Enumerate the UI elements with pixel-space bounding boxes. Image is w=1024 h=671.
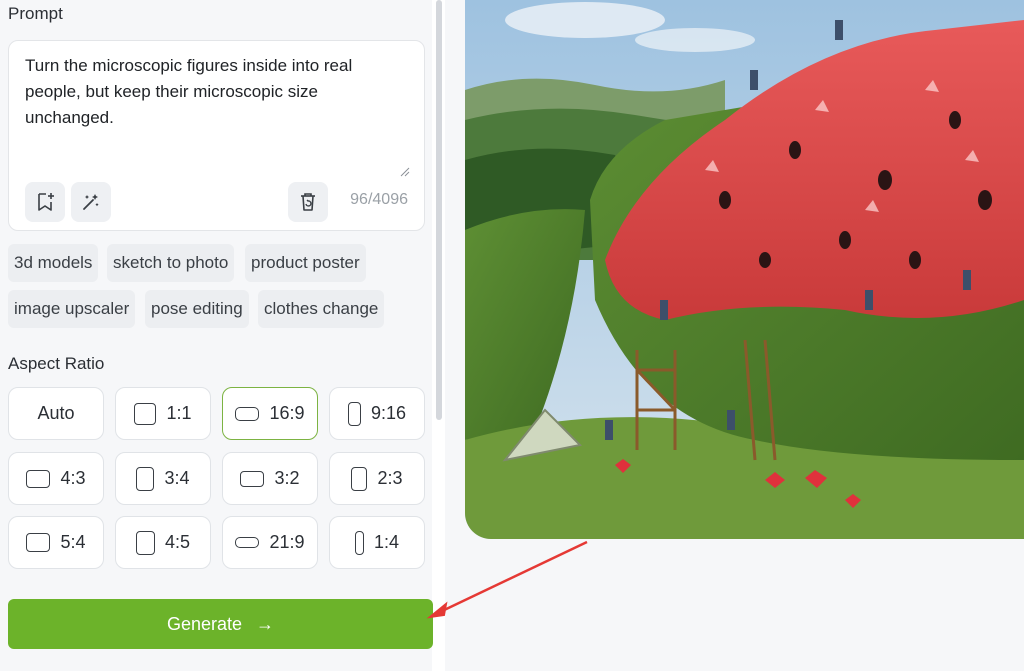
ratio-4-3-button[interactable]: 4:3 [8,452,104,505]
portrait-shape-icon [135,530,155,555]
ratio-1-1-button[interactable]: 1:1 [115,387,211,440]
ratio-16-9-button[interactable]: 16:9 [222,387,318,440]
ratio-label: 16:9 [269,403,305,423]
resize-handle-icon[interactable] [400,167,410,177]
portrait-shape-icon [351,466,368,491]
tag-product-poster[interactable]: product poster [245,244,366,282]
ratio-label: 5:4 [60,532,86,552]
ratio-label: 2:3 [377,468,403,488]
tag-sketch-to-photo[interactable]: sketch to photo [107,244,235,282]
character-count: 96/4096 [350,191,408,208]
prompt-text[interactable]: Turn the microscopic figures inside into… [25,53,395,131]
tag-3d-models[interactable]: 3d models [8,244,99,282]
app-page: Prompt Turn the microscopic figures insi… [0,0,1024,671]
left-panel: Prompt Turn the microscopic figures insi… [0,0,445,671]
aspect-ratio-label: Aspect Ratio [8,354,105,373]
ratio-1-4-button[interactable]: 1:4 [329,516,425,569]
magic-enhance-button[interactable] [71,182,111,222]
ratio-label: Auto [37,403,75,423]
ratio-auto-button[interactable]: Auto [8,387,104,440]
bookmark-add-button[interactable] [25,182,65,222]
scrollbar-thumb[interactable] [436,0,442,420]
landscape-shape-icon [26,533,51,552]
landscape-shape-icon [26,469,51,488]
tag-pose-editing[interactable]: pose editing [145,290,249,328]
ratio-label: 3:2 [274,468,300,488]
ratio-21-9-button[interactable]: 21:9 [222,516,318,569]
ratio-3-4-button[interactable]: 3:4 [115,452,211,505]
ratio-9-16-button[interactable]: 9:16 [329,387,425,440]
trash-restore-icon [301,193,315,211]
watermelon-scene-image [465,0,1024,539]
ratio-label: 4:3 [60,468,86,488]
tag-clothes-change[interactable]: clothes change [258,290,385,328]
arrow-right-icon: → [256,613,275,634]
ratio-5-4-button[interactable]: 5:4 [8,516,104,569]
ratio-4-5-button[interactable]: 4:5 [115,516,211,569]
ratio-3-2-button[interactable]: 3:2 [222,452,318,505]
ratio-label: 9:16 [370,403,407,423]
generate-label: Generate [166,613,243,634]
magic-wand-icon [83,194,99,210]
landscape-shape-icon [235,537,260,548]
ratio-label: 3:4 [164,468,190,488]
prompt-textarea[interactable]: Turn the microscopic figures inside into… [8,40,425,231]
tag-image-upscaler[interactable]: image upscaler [8,290,136,328]
generated-image[interactable] [465,0,1024,539]
generate-button[interactable]: Generate → [8,599,433,649]
clear-prompt-button[interactable] [288,182,328,222]
ratio-label: 1:1 [166,403,192,423]
ratio-label: 1:4 [373,532,400,552]
ratio-2-3-button[interactable]: 2:3 [329,452,425,505]
prompt-label: Prompt [8,4,63,23]
bookmark-add-icon [38,193,54,211]
portrait-shape-icon [347,401,361,426]
ratio-label: 21:9 [269,532,305,552]
landscape-shape-icon [235,406,260,421]
portrait-shape-icon [354,530,364,555]
square-shape-icon [134,402,157,425]
portrait-shape-icon [136,466,155,491]
ratio-label: 4:5 [164,532,191,552]
landscape-shape-icon [240,470,265,487]
